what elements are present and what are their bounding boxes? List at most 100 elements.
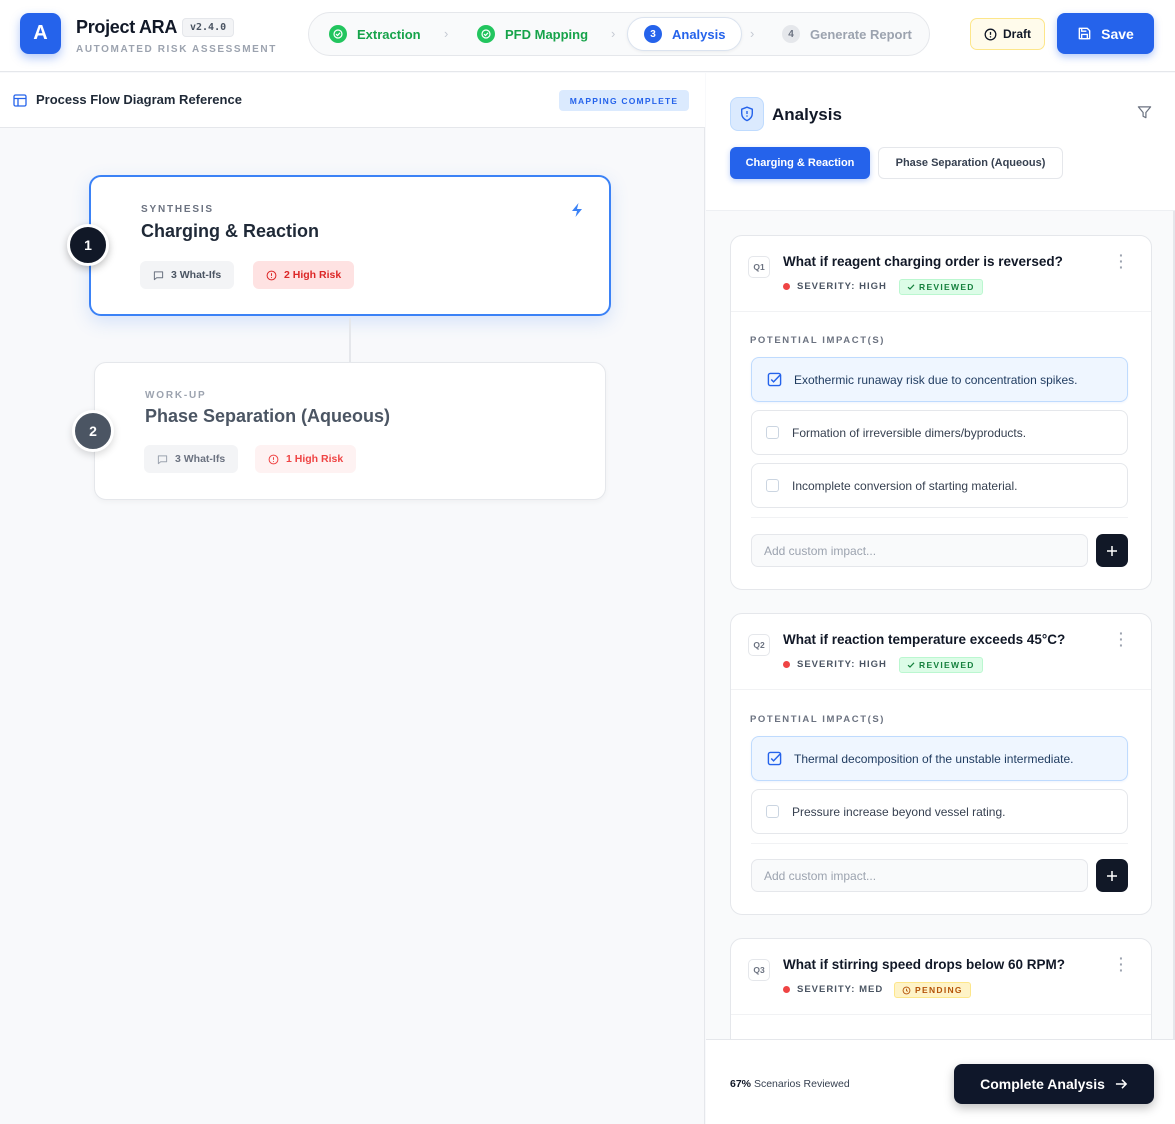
analysis-title: Analysis bbox=[772, 105, 842, 124]
step-analysis[interactable]: 3 Analysis bbox=[627, 17, 743, 51]
node-title: Phase Separation (Aqueous) bbox=[145, 406, 391, 426]
step-generate-report[interactable]: 4 Generate Report bbox=[782, 13, 912, 55]
draft-label: Draft bbox=[1002, 27, 1031, 41]
chevron-right-icon: › bbox=[611, 26, 616, 41]
question-tag: Q3 bbox=[748, 959, 770, 981]
table-layout-icon bbox=[13, 94, 27, 107]
status-badge: PENDING bbox=[894, 982, 971, 998]
impact-option[interactable]: Incomplete conversion of starting materi… bbox=[751, 463, 1128, 508]
mapping-status-badge: MAPPING COMPLETE bbox=[559, 90, 689, 111]
comment-icon bbox=[153, 270, 164, 280]
more-options-icon[interactable]: · · · bbox=[1119, 951, 1124, 977]
review-progress: 67% Scenarios Reviewed bbox=[730, 1078, 850, 1090]
what-ifs-count: 3 What-Ifs bbox=[144, 445, 239, 473]
question-text: What if reagent charging order is revers… bbox=[783, 254, 1063, 269]
plus-icon bbox=[1107, 870, 1117, 881]
step-extraction[interactable]: Extraction bbox=[329, 13, 421, 55]
more-options-icon[interactable]: · · · bbox=[1119, 248, 1124, 274]
analysis-header: Analysis Charging & Reaction Phase Separ… bbox=[706, 73, 1175, 211]
question-text: What if stirring speed drops below 60 RP… bbox=[783, 957, 1066, 972]
pfd-node-phase-separation[interactable]: WORK-UP Phase Separation (Aqueous) 3 Wha… bbox=[94, 362, 606, 500]
checked-box-icon bbox=[766, 372, 782, 388]
node-connector-line bbox=[349, 318, 351, 362]
step-number: 4 bbox=[782, 25, 800, 43]
custom-impact-input[interactable] bbox=[751, 534, 1088, 567]
node-stage-label: WORK-UP bbox=[145, 390, 207, 401]
app-title: Project ARA bbox=[76, 17, 178, 37]
question-tag: Q1 bbox=[748, 256, 770, 278]
checkbox[interactable] bbox=[766, 479, 779, 492]
save-label: Save bbox=[1101, 25, 1134, 42]
app-subtitle: AUTOMATED RISK ASSESSMENT bbox=[76, 44, 277, 55]
severity-indicator: SEVERITY: HIGH bbox=[783, 281, 887, 292]
question-header: Q1 What if reagent charging order is rev… bbox=[731, 236, 1151, 312]
plus-icon bbox=[1107, 545, 1117, 556]
checkbox[interactable] bbox=[766, 426, 779, 439]
checked-box-icon bbox=[766, 751, 782, 767]
impact-option[interactable]: Pressure increase beyond vessel rating. bbox=[751, 789, 1128, 834]
check-icon bbox=[907, 284, 915, 290]
impact-option[interactable]: Exothermic runaway risk due to concentra… bbox=[751, 357, 1128, 402]
workflow-stepper: Extraction › PFD Mapping › 3 Analysis › … bbox=[308, 12, 930, 56]
question-header: Q2 What if reaction temperature exceeds … bbox=[731, 614, 1151, 690]
check-icon bbox=[907, 662, 915, 668]
arrow-right-icon bbox=[1115, 1079, 1128, 1089]
high-risk-count: 1 High Risk bbox=[255, 445, 357, 473]
step-pfd-mapping[interactable]: PFD Mapping bbox=[477, 13, 588, 55]
filter-icon[interactable] bbox=[1137, 105, 1152, 120]
step-label: PFD Mapping bbox=[505, 26, 589, 42]
chevron-right-icon: › bbox=[750, 26, 755, 41]
complete-analysis-button[interactable]: Complete Analysis bbox=[954, 1064, 1154, 1104]
pfd-panel: Process Flow Diagram Reference MAPPING C… bbox=[0, 73, 705, 1124]
question-header: Q3 What if stirring speed drops below 60… bbox=[731, 939, 1151, 1015]
node-number-badge: 1 bbox=[67, 224, 109, 266]
analysis-footer: 67% Scenarios Reviewed Complete Analysis bbox=[706, 1039, 1175, 1124]
impact-section-label: POTENTIAL IMPACT(S) bbox=[750, 335, 886, 346]
alert-circle-icon bbox=[268, 454, 279, 464]
node-number-badge: 2 bbox=[72, 410, 114, 452]
shield-icon bbox=[730, 97, 764, 131]
step-label: Generate Report bbox=[810, 26, 912, 42]
analysis-panel: Analysis Charging & Reaction Phase Separ… bbox=[706, 73, 1175, 1124]
severity-indicator: SEVERITY: MED bbox=[783, 984, 883, 995]
divider bbox=[751, 517, 1128, 518]
impact-option[interactable]: Formation of irreversible dimers/byprodu… bbox=[751, 410, 1128, 455]
pfd-node-charging-reaction[interactable]: SYNTHESIS Charging & Reaction 3 What-Ifs… bbox=[89, 175, 611, 316]
draft-status-badge: Draft bbox=[970, 18, 1045, 50]
add-impact-button[interactable] bbox=[1096, 859, 1128, 892]
node-title: Charging & Reaction bbox=[141, 221, 320, 241]
pfd-header: Process Flow Diagram Reference MAPPING C… bbox=[0, 73, 705, 128]
step-label: Extraction bbox=[357, 26, 421, 42]
tab-phase-separation[interactable]: Phase Separation (Aqueous) bbox=[878, 147, 1063, 179]
status-badge: REVIEWED bbox=[899, 657, 983, 673]
what-ifs-count: 3 What-Ifs bbox=[140, 261, 235, 289]
alert-circle-icon bbox=[984, 28, 997, 40]
custom-impact-input[interactable] bbox=[751, 859, 1088, 892]
high-risk-count: 2 High Risk bbox=[253, 261, 355, 289]
checkbox[interactable] bbox=[766, 805, 779, 818]
check-circle-icon bbox=[477, 25, 495, 43]
top-bar: A Project ARA v2.4.0 AUTOMATED RISK ASSE… bbox=[0, 0, 1175, 72]
impact-option[interactable]: Thermal decomposition of the unstable in… bbox=[751, 736, 1128, 781]
question-card: Q2 What if reaction temperature exceeds … bbox=[730, 613, 1152, 915]
chevron-right-icon: › bbox=[444, 26, 449, 41]
add-impact-button[interactable] bbox=[1096, 534, 1128, 567]
app-logo[interactable]: A bbox=[20, 13, 61, 54]
save-button[interactable]: Save bbox=[1057, 13, 1154, 54]
check-circle-icon bbox=[329, 25, 347, 43]
question-tag: Q2 bbox=[748, 634, 770, 656]
divider bbox=[751, 843, 1128, 844]
questions-list[interactable]: Q1 What if reagent charging order is rev… bbox=[706, 211, 1175, 1039]
history-icon bbox=[902, 986, 911, 994]
version-badge: v2.4.0 bbox=[182, 18, 235, 37]
alert-circle-icon bbox=[266, 270, 277, 280]
step-number: 3 bbox=[644, 25, 662, 43]
question-card: Q1 What if reagent charging order is rev… bbox=[730, 235, 1152, 590]
question-card: Q3 What if stirring speed drops below 60… bbox=[730, 938, 1152, 1039]
more-options-icon[interactable]: · · · bbox=[1119, 626, 1124, 652]
step-label: Analysis bbox=[672, 26, 726, 42]
node-stage-label: SYNTHESIS bbox=[141, 204, 214, 215]
question-text: What if reaction temperature exceeds 45°… bbox=[783, 632, 1066, 647]
tab-charging-reaction[interactable]: Charging & Reaction bbox=[730, 147, 870, 179]
lightning-icon bbox=[572, 203, 582, 217]
